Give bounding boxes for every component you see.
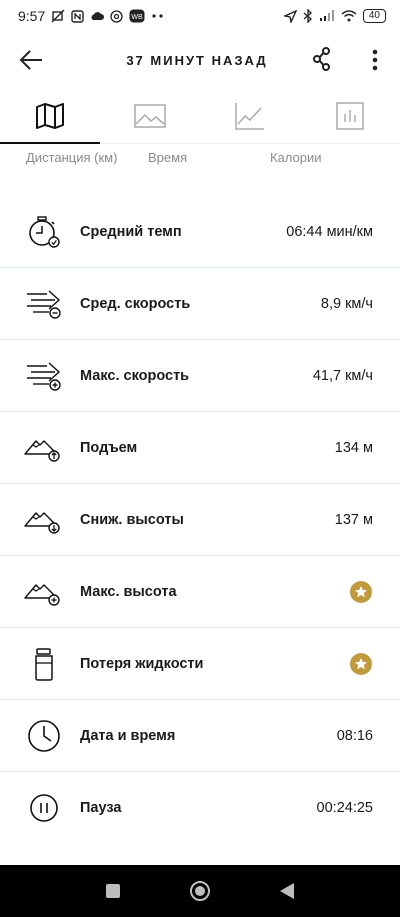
battery-indicator: 40 <box>362 9 386 23</box>
tab-laps[interactable] <box>300 88 400 143</box>
nfc-icon <box>71 9 84 23</box>
time-label[interactable]: Время <box>148 150 187 165</box>
share-icon[interactable] <box>312 47 334 71</box>
stat-row-fluid-loss: Потеря жидкости <box>0 628 400 700</box>
system-icons: 40 <box>283 9 386 23</box>
stat-row-ascent: Подъем 134 м <box>0 412 400 484</box>
stat-label: Макс. скорость <box>80 367 190 384</box>
tab-charts[interactable] <box>200 88 300 143</box>
mountain-plus-icon <box>24 574 64 610</box>
speed-lines-minus-icon <box>24 286 64 322</box>
pause-icon <box>24 790 64 826</box>
stat-label: Потеря жидкости <box>80 655 204 672</box>
status-bar: 9:57 WB 40 <box>0 0 400 32</box>
app-bar: 37 МИНУТ НАЗАД <box>0 38 400 82</box>
stopwatch-icon <box>24 214 64 250</box>
notification-icons: WB <box>51 9 165 23</box>
bluetooth-icon <box>303 9 312 23</box>
stat-row-max-speed: Макс. скорость 41,7 км/ч <box>0 340 400 412</box>
chart-tab-labels: Дистанция (км) Время Калории <box>0 150 400 168</box>
stat-value: 137 м <box>334 511 373 528</box>
calories-label[interactable]: Калории <box>270 150 322 165</box>
mountain-up-icon <box>24 430 64 466</box>
clock-icon <box>24 718 64 754</box>
triangle-back-icon <box>279 883 294 899</box>
bottle-icon <box>24 646 64 682</box>
location-icon <box>283 9 297 23</box>
cloud-icon <box>91 12 105 20</box>
stat-value: 134 м <box>334 439 373 456</box>
stat-value: 41,7 км/ч <box>312 367 373 384</box>
stat-label: Дата и время <box>80 727 176 744</box>
speed-lines-plus-icon <box>24 358 64 394</box>
svg-text:WB: WB <box>132 14 144 21</box>
recents-button[interactable] <box>101 879 125 903</box>
stat-value: 06:44 мин/км <box>286 223 373 240</box>
line-chart-icon <box>235 102 264 130</box>
stat-value: 8,9 км/ч <box>320 295 373 312</box>
stats-list: Средний темп 06:44 мин/км Сред. скорость… <box>0 196 400 844</box>
more-options-icon[interactable] <box>366 48 384 72</box>
tab-map[interactable] <box>0 88 100 144</box>
stat-row-descent: Сниж. высоты 137 м <box>0 484 400 556</box>
stat-label: Пауза <box>80 800 122 816</box>
system-nav-bar <box>0 865 400 917</box>
stat-row-max-altitude: Макс. высота <box>0 556 400 628</box>
image-icon <box>134 103 166 128</box>
signal-icon <box>319 10 334 21</box>
stat-label: Сниж. высоты <box>80 511 184 528</box>
stat-label: Сред. скорость <box>80 295 191 312</box>
stat-row-pause: Пауза 00:24:25 <box>0 772 400 844</box>
mute-icon <box>51 9 65 23</box>
back-button[interactable] <box>275 879 299 903</box>
distance-label[interactable]: Дистанция (км) <box>26 150 117 165</box>
stat-value: 00:24:25 <box>316 800 373 816</box>
back-arrow-icon[interactable] <box>18 48 44 72</box>
view-tabs <box>0 88 400 144</box>
more-notifications-icon <box>152 14 163 18</box>
premium-star-icon[interactable] <box>350 580 372 603</box>
at-icon <box>110 9 123 23</box>
stat-value: 08:16 <box>336 727 373 744</box>
square-icon <box>106 884 121 898</box>
circle-home-icon <box>189 881 210 901</box>
bar-chart-icon <box>336 101 364 130</box>
stat-row-avg-pace: Средний темп 06:44 мин/км <box>0 196 400 268</box>
stat-label: Макс. высота <box>80 583 177 600</box>
home-button[interactable] <box>188 879 212 903</box>
page-title: 37 МИНУТ НАЗАД <box>126 52 268 68</box>
wb-icon: WB <box>129 9 145 23</box>
wifi-icon <box>341 10 357 22</box>
status-time: 9:57 <box>18 8 46 24</box>
stat-row-date-time: Дата и время 08:16 <box>0 700 400 772</box>
tab-photos[interactable] <box>100 88 200 143</box>
map-icon <box>36 102 64 129</box>
stat-label: Средний темп <box>80 223 182 240</box>
stat-row-avg-speed: Сред. скорость 8,9 км/ч <box>0 268 400 340</box>
premium-star-icon[interactable] <box>350 652 372 675</box>
mountain-down-icon <box>24 502 64 538</box>
stat-label: Подъем <box>80 439 138 456</box>
